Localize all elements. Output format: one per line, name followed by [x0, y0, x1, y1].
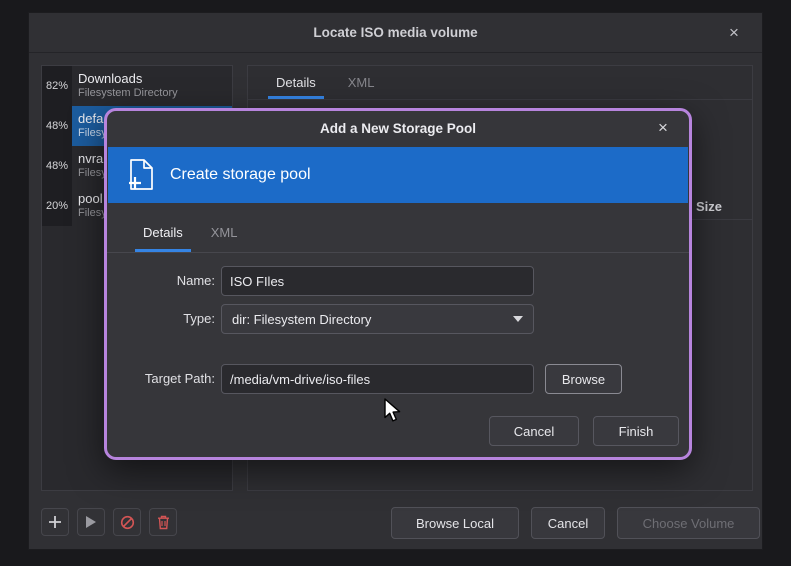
plus-icon [48, 515, 62, 529]
pool-usage-percent: 48% [42, 106, 72, 146]
dialog-title: Add a New Storage Pool [320, 121, 476, 136]
pool-usage-percent: 48% [42, 146, 72, 186]
name-label: Name: [123, 266, 215, 296]
dialog-tab-details[interactable]: Details [129, 213, 197, 252]
pool-name-input[interactable] [221, 266, 534, 296]
browse-button[interactable]: Browse [545, 364, 622, 394]
add-pool-button[interactable] [41, 508, 69, 536]
target-path-input[interactable] [221, 364, 534, 394]
dialog-finish-button[interactable]: Finish [593, 416, 679, 446]
dialog-close-button[interactable]: × [651, 116, 675, 140]
pool-name: Downloads [78, 70, 226, 87]
window-titlebar: Locate ISO media volume × [29, 13, 762, 53]
browse-local-button[interactable]: Browse Local [391, 507, 519, 539]
banner-title: Create storage pool [170, 166, 311, 184]
dialog-tab-xml[interactable]: XML [197, 213, 252, 252]
window-close-button[interactable]: × [722, 21, 746, 45]
dialog-cancel-button[interactable]: Cancel [489, 416, 579, 446]
ban-icon [120, 515, 135, 530]
dialog-tabbar: Details XML [107, 213, 689, 253]
tab-details[interactable]: Details [260, 66, 332, 99]
pool-type-dropdown[interactable]: dir: Filesystem Directory [221, 304, 534, 334]
target-path-label: Target Path: [123, 364, 215, 394]
details-tabbar: Details XML [248, 66, 752, 100]
play-icon [85, 515, 97, 529]
add-storage-pool-dialog: Add a New Storage Pool × Create storage … [104, 108, 692, 460]
delete-pool-button[interactable] [149, 508, 177, 536]
pool-item-text: Downloads Filesystem Directory [72, 66, 232, 106]
pool-type-value: dir: Filesystem Directory [232, 312, 513, 327]
stop-pool-button[interactable] [113, 508, 141, 536]
volumes-size-column-header: Size [696, 199, 722, 214]
type-label: Type: [123, 304, 215, 334]
trash-icon [157, 515, 170, 530]
pool-usage-percent: 82% [42, 66, 72, 106]
choose-volume-button[interactable]: Choose Volume [617, 507, 760, 539]
pool-list-item[interactable]: 82% Downloads Filesystem Directory [42, 66, 232, 106]
cancel-button[interactable]: Cancel [531, 507, 605, 539]
chevron-down-icon [513, 316, 523, 322]
tab-xml[interactable]: XML [332, 66, 391, 99]
window-title: Locate ISO media volume [313, 25, 477, 40]
new-document-icon [126, 158, 156, 192]
pool-usage-percent: 20% [42, 186, 72, 226]
dialog-titlebar: Add a New Storage Pool × [107, 111, 689, 145]
start-pool-button[interactable] [77, 508, 105, 536]
dialog-banner: Create storage pool [108, 147, 688, 203]
pool-subtitle: Filesystem Directory [78, 87, 226, 100]
